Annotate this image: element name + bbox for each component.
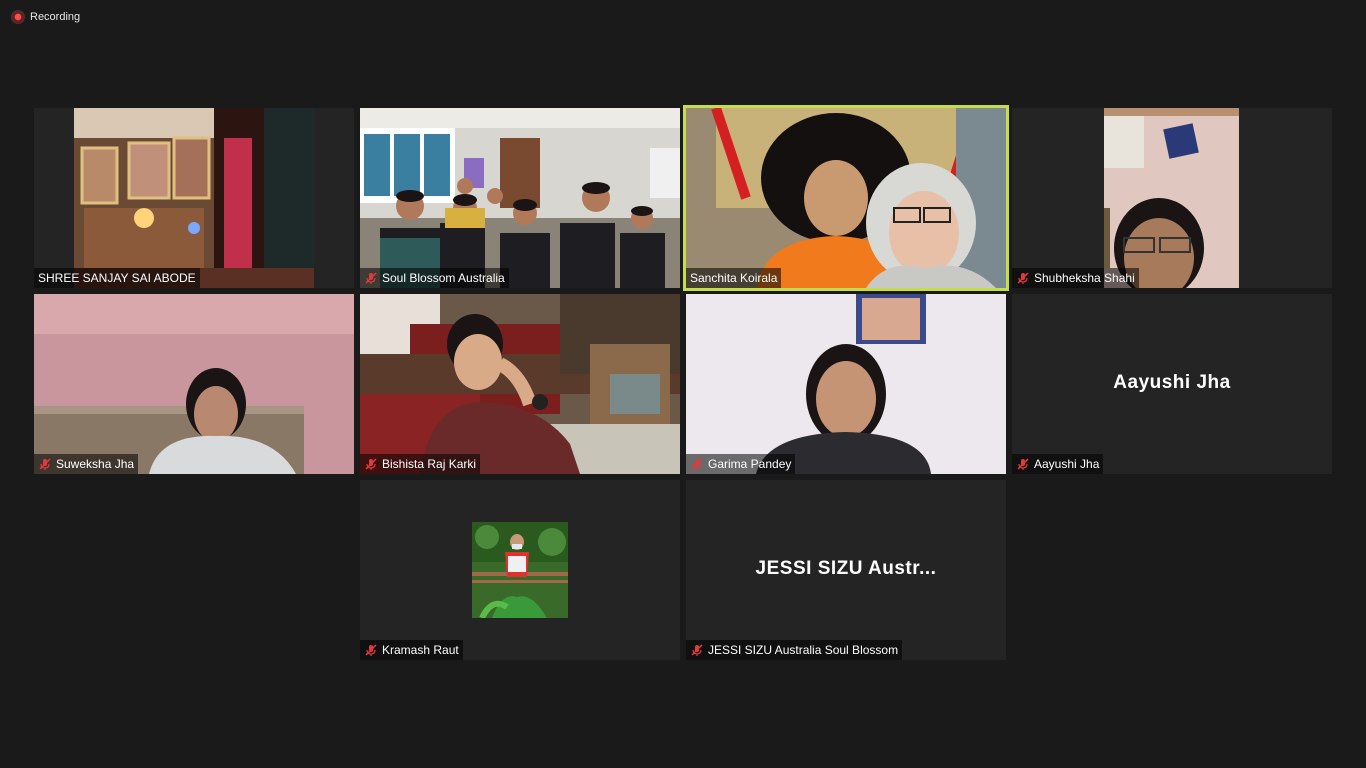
participant-video: [686, 108, 1006, 288]
participant-name: Soul Blossom Australia: [382, 271, 505, 285]
participant-name-tag: Shubheksha Shahi: [1012, 268, 1139, 288]
participant-name-tag: Kramash Raut: [360, 640, 463, 660]
participant-video: [686, 294, 1006, 474]
participant-name: Kramash Raut: [382, 643, 459, 657]
participant-display-name: JESSI SIZU Austr...: [755, 558, 937, 579]
mic-off-icon: [1016, 271, 1030, 285]
video-tile-shubheksha-shahi[interactable]: Shubheksha Shahi: [1012, 108, 1332, 288]
mic-off-icon: [690, 457, 704, 471]
mic-off-icon: [1016, 457, 1030, 471]
video-tile-garima-pandey[interactable]: Garima Pandey: [686, 294, 1006, 474]
mic-off-icon: [364, 271, 378, 285]
video-tile-bishista-raj-karki[interactable]: Bishista Raj Karki: [360, 294, 680, 474]
participant-name: Bishista Raj Karki: [382, 457, 477, 471]
participant-name: Shubheksha Shahi: [1034, 271, 1135, 285]
participant-video: [34, 294, 354, 474]
participant-name-tag: Bishista Raj Karki: [360, 454, 481, 474]
participant-video: [74, 108, 314, 288]
recording-indicator[interactable]: Recording: [12, 11, 80, 23]
video-tile-jessi-sizu[interactable]: JESSI SIZU Austr... JESSI SIZU Australia…: [686, 480, 1006, 660]
participant-name-tag: Sanchita Koirala: [686, 268, 782, 288]
video-tile-aayushi-jha[interactable]: Aayushi Jha Aayushi Jha: [1012, 294, 1332, 474]
participant-name-tag: SHREE SANJAY SAI ABODE: [34, 268, 200, 288]
mic-off-icon: [690, 643, 704, 657]
participant-name: Suweksha Jha: [56, 457, 135, 471]
participant-name: Garima Pandey: [708, 457, 792, 471]
participant-video: [1104, 108, 1239, 288]
video-tile-shree-sanjay-sai-abode[interactable]: SHREE SANJAY SAI ABODE: [34, 108, 354, 288]
mic-off-icon: [38, 457, 52, 471]
participant-name-tag: JESSI SIZU Australia Soul Blossom: [686, 640, 903, 660]
video-tile-sanchita-koirala[interactable]: Sanchita Koirala: [683, 105, 1009, 291]
participant-name: Sanchita Koirala: [690, 271, 778, 285]
record-dot-icon: [12, 11, 24, 23]
participant-display-name: Aayushi Jha: [1113, 372, 1231, 393]
participant-name: SHREE SANJAY SAI ABODE: [38, 271, 196, 285]
video-tile-soul-blossom-australia[interactable]: Soul Blossom Australia: [360, 108, 680, 288]
participant-name: JESSI SIZU Australia Soul Blossom: [708, 643, 899, 657]
meeting-gallery-view: Recording SHREE SANJAY SAI ABODE Soul Bl…: [0, 0, 1366, 768]
participant-video: [360, 294, 680, 474]
participant-video: [360, 108, 680, 288]
participant-name-tag: Soul Blossom Australia: [360, 268, 509, 288]
participant-name-tag: Aayushi Jha: [1012, 454, 1104, 474]
participant-name: Aayushi Jha: [1034, 457, 1100, 471]
video-tile-kramash-raut[interactable]: Kramash Raut: [360, 480, 680, 660]
participant-name-tag: Garima Pandey: [686, 454, 796, 474]
recording-label: Recording: [30, 11, 81, 23]
mic-off-icon: [364, 457, 378, 471]
mic-off-icon: [364, 643, 378, 657]
video-tile-suweksha-jha[interactable]: Suweksha Jha: [34, 294, 354, 474]
participant-name-tag: Suweksha Jha: [34, 454, 139, 474]
participant-avatar: [472, 522, 568, 618]
